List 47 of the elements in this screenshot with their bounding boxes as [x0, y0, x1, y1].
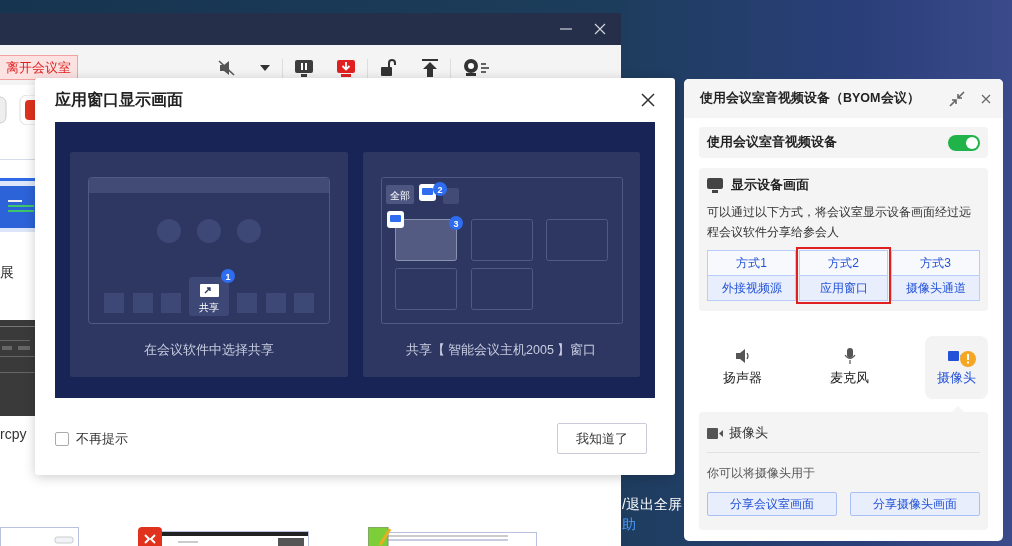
method-option[interactable]: 方式2 应用窗口: [799, 250, 888, 301]
window-thumbnail[interactable]: [0, 320, 35, 416]
step-number: 1: [225, 271, 231, 282]
camera-icon: [707, 427, 723, 439]
device-tab[interactable]: 麦克风: [818, 336, 881, 399]
monitor-icon[interactable]: [295, 59, 313, 77]
mute-icon[interactable]: [218, 60, 236, 76]
share-button[interactable]: 分享摄像头画面: [850, 492, 980, 516]
device-tab[interactable]: 摄像头: [925, 336, 988, 399]
warning-icon: [960, 351, 976, 367]
description-text: 可以通过以下方式，将会议室显示设备画面经过远程会议软件分享给参会人: [707, 204, 972, 241]
thumbnail-label: 展: [0, 264, 15, 280]
method-option[interactable]: 方式1 外接视频源: [707, 250, 796, 301]
unlock-icon[interactable]: [380, 59, 398, 77]
download-icon[interactable]: [337, 59, 355, 77]
dialog-title: 应用窗口显示画面: [55, 89, 183, 110]
section-title: 显示设备画面: [731, 177, 809, 194]
thumbnail-label: rcpy: [0, 426, 28, 442]
method-option[interactable]: 方式3 摄像头通道: [891, 250, 980, 301]
illustration-caption: 共享【 智能会议主机2005 】窗口: [405, 343, 597, 357]
desktop-text[interactable]: 助: [622, 514, 682, 534]
step-number: 3: [453, 218, 459, 229]
all-label: 全部: [390, 190, 410, 201]
device-tab[interactable]: 扬声器: [711, 336, 774, 399]
webcam-icon[interactable]: [463, 59, 489, 77]
section-title: 摄像头: [729, 424, 768, 442]
caret-icon[interactable]: [260, 65, 270, 71]
monitor-icon: [707, 178, 723, 193]
checkbox-label: 不再提示: [76, 429, 128, 448]
microphone-icon: [843, 348, 856, 364]
share-label: 共享: [199, 302, 219, 313]
illustration-caption: 在会议软件中选择共享: [144, 343, 274, 357]
desktop-text: /退出全屏: [622, 495, 682, 514]
close-icon[interactable]: [641, 93, 655, 107]
step-number: 2: [437, 184, 443, 195]
panel-title: 使用会议室音视频设备（BYOM会议）: [700, 90, 921, 107]
speaker-icon: [734, 349, 751, 363]
hint-text: 你可以将摄像头用于: [707, 465, 816, 482]
upload-icon[interactable]: [422, 59, 438, 77]
toggle-switch[interactable]: [948, 134, 980, 151]
leave-room-button[interactable]: 离开会议室: [0, 55, 78, 80]
collapse-icon[interactable]: [949, 90, 965, 107]
confirm-button[interactable]: 我知道了: [557, 423, 647, 454]
window-thumbnail[interactable]: [0, 178, 35, 232]
toggle-label: 使用会议室音视频设备: [707, 134, 837, 151]
share-button[interactable]: 分享会议室画面: [707, 492, 837, 516]
checkbox[interactable]: [55, 431, 69, 446]
